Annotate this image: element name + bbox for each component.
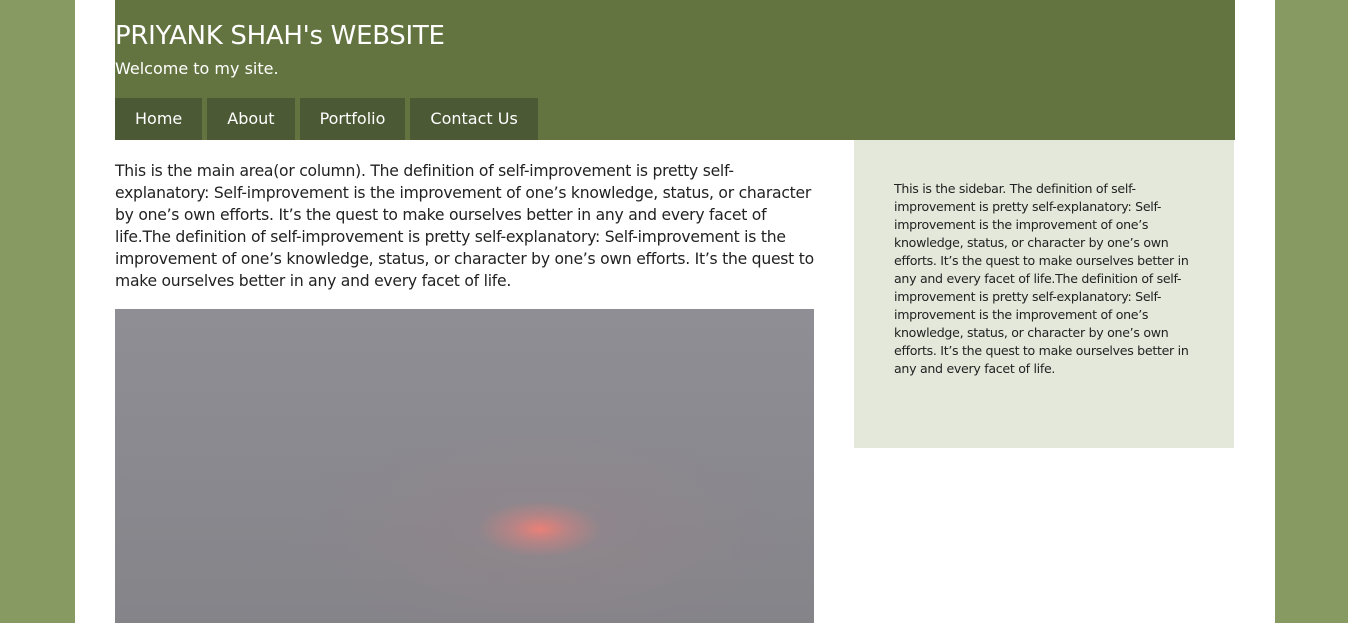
nav-item-home[interactable]: Home [115, 98, 203, 140]
main-text: This is the main area(or column). The de… [115, 162, 814, 290]
site-title: PRIYANK SHAH's WEBSITE [115, 21, 445, 51]
site-tagline: Welcome to my site. [115, 59, 279, 78]
sunset-photo [115, 309, 814, 623]
sidebar: This is the sidebar. The definition of s… [854, 140, 1234, 448]
page-container: PRIYANK SHAH's WEBSITE Welcome to my sit… [75, 0, 1275, 623]
main-column: This is the main area(or column). The de… [115, 160, 815, 623]
site-header: PRIYANK SHAH's WEBSITE Welcome to my sit… [115, 0, 1235, 140]
nav-item-portfolio[interactable]: Portfolio [299, 98, 406, 140]
nav-item-about[interactable]: About [207, 98, 295, 140]
main-nav: Home About Portfolio Contact Us [115, 98, 543, 140]
sidebar-text: This is the sidebar. The definition of s… [894, 181, 1189, 376]
nav-item-contact-us[interactable]: Contact Us [410, 98, 538, 140]
